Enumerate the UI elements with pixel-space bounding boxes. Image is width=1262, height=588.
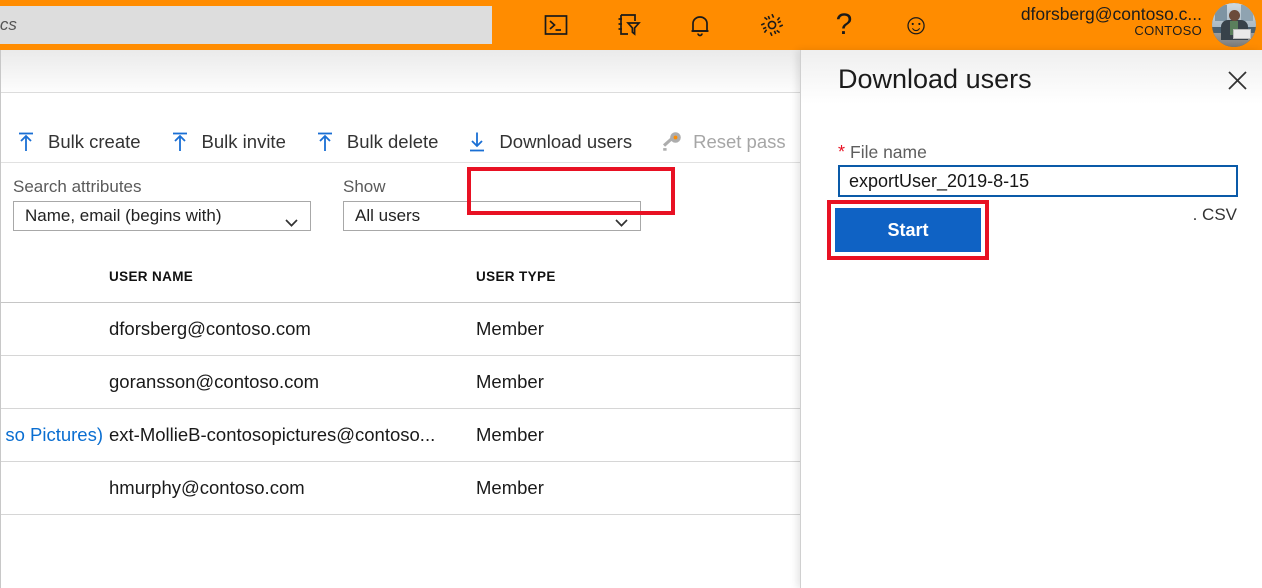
directory-filter-icon[interactable] <box>592 0 664 50</box>
feedback-smiley-glyph: ☺ <box>901 11 931 40</box>
table-header-row: USER NAME USER TYPE <box>1 251 800 303</box>
table-row[interactable]: so Pictures) ext-MollieB-contosopictures… <box>1 409 800 462</box>
avatar[interactable] <box>1212 3 1256 47</box>
show-field: Show All users <box>343 177 641 231</box>
settings-gear-icon[interactable] <box>736 0 808 50</box>
close-icon[interactable] <box>1218 63 1256 97</box>
column-header-user-type: USER TYPE <box>476 269 776 284</box>
download-users-button[interactable]: Download users <box>452 120 646 164</box>
row-user-name: dforsberg@contoso.com <box>109 318 476 340</box>
notifications-bell-icon[interactable] <box>664 0 736 50</box>
search-attributes-label: Search attributes <box>13 177 311 197</box>
row-user-type: Member <box>476 477 776 499</box>
row-user-name: goransson@contoso.com <box>109 371 476 393</box>
table-row[interactable]: goransson@contoso.com Member <box>1 356 800 409</box>
search-input[interactable] <box>0 6 492 44</box>
page-title: Download users <box>838 64 1032 95</box>
reset-password-label: Reset pass <box>693 131 786 153</box>
file-name-label: File name <box>850 142 927 163</box>
search-attributes-field: Search attributes Name, email (begins wi… <box>13 177 311 231</box>
user-tenant: CONTOSO <box>1021 24 1202 39</box>
show-dropdown[interactable]: All users <box>343 201 641 231</box>
table-row[interactable]: hmurphy@contoso.com Member <box>1 462 800 515</box>
cloud-shell-icon[interactable] <box>520 0 592 50</box>
user-email: dforsberg@contoso.c... <box>1021 4 1202 24</box>
table-row[interactable]: dforsberg@contoso.com Member <box>1 303 800 356</box>
download-icon <box>466 130 488 154</box>
help-question-icon[interactable]: ? <box>808 0 880 50</box>
required-marker: * <box>838 143 845 161</box>
help-question-glyph: ? <box>836 10 853 40</box>
bulk-invite-label: Bulk invite <box>202 131 286 153</box>
feedback-smiley-icon[interactable]: ☺ <box>880 0 952 50</box>
top-header-bar: ? ☺ dforsberg@contoso.c... CONTOSO <box>0 0 1262 50</box>
bulk-invite-button[interactable]: Bulk invite <box>155 120 300 164</box>
search-attributes-dropdown[interactable]: Name, email (begins with) <box>13 201 311 231</box>
filter-row: Search attributes Name, email (begins wi… <box>1 177 800 239</box>
column-header-user-name: USER NAME <box>109 269 476 284</box>
row-extra-link[interactable]: so Pictures) <box>1 424 109 446</box>
bulk-create-button[interactable]: Bulk create <box>1 120 155 164</box>
upload-icon <box>314 130 336 154</box>
global-search <box>0 6 492 44</box>
user-account-menu[interactable]: dforsberg@contoso.c... CONTOSO <box>1021 4 1202 39</box>
bulk-delete-label: Bulk delete <box>347 131 439 153</box>
row-user-type: Member <box>476 318 776 340</box>
download-users-panel: Download users * File name . CSV <box>800 50 1262 588</box>
users-table: USER NAME USER TYPE dforsberg@contoso.co… <box>1 251 800 515</box>
file-extension-label: . CSV <box>1193 205 1237 225</box>
reset-password-button: Reset pass <box>646 120 800 164</box>
header-icon-group: ? ☺ <box>520 0 952 50</box>
chevron-down-icon <box>285 212 298 220</box>
app-root: ? ☺ dforsberg@contoso.c... CONTOSO <box>0 0 1262 588</box>
divider-top <box>1 92 800 93</box>
row-user-type: Member <box>476 424 776 446</box>
chevron-down-icon <box>615 212 628 220</box>
file-name-label-group: * File name <box>838 142 927 163</box>
show-value: All users <box>355 206 420 226</box>
search-attributes-value: Name, email (begins with) <box>25 206 222 226</box>
start-button[interactable]: Start <box>835 208 981 252</box>
upload-icon <box>15 130 37 154</box>
row-user-name: ext-MollieB-contosopictures@contoso... <box>109 424 476 446</box>
row-user-name: hmurphy@contoso.com <box>109 477 476 499</box>
bulk-create-label: Bulk create <box>48 131 141 153</box>
download-users-label: Download users <box>499 131 632 153</box>
row-user-type: Member <box>476 371 776 393</box>
command-bar: Bulk create Bulk invite Bulk delete <box>1 113 800 171</box>
file-name-input[interactable] <box>838 165 1238 197</box>
breadcrumb <box>1 50 800 92</box>
bulk-delete-button[interactable]: Bulk delete <box>300 120 453 164</box>
show-label: Show <box>343 177 641 197</box>
key-icon <box>660 130 682 154</box>
upload-icon <box>169 130 191 154</box>
